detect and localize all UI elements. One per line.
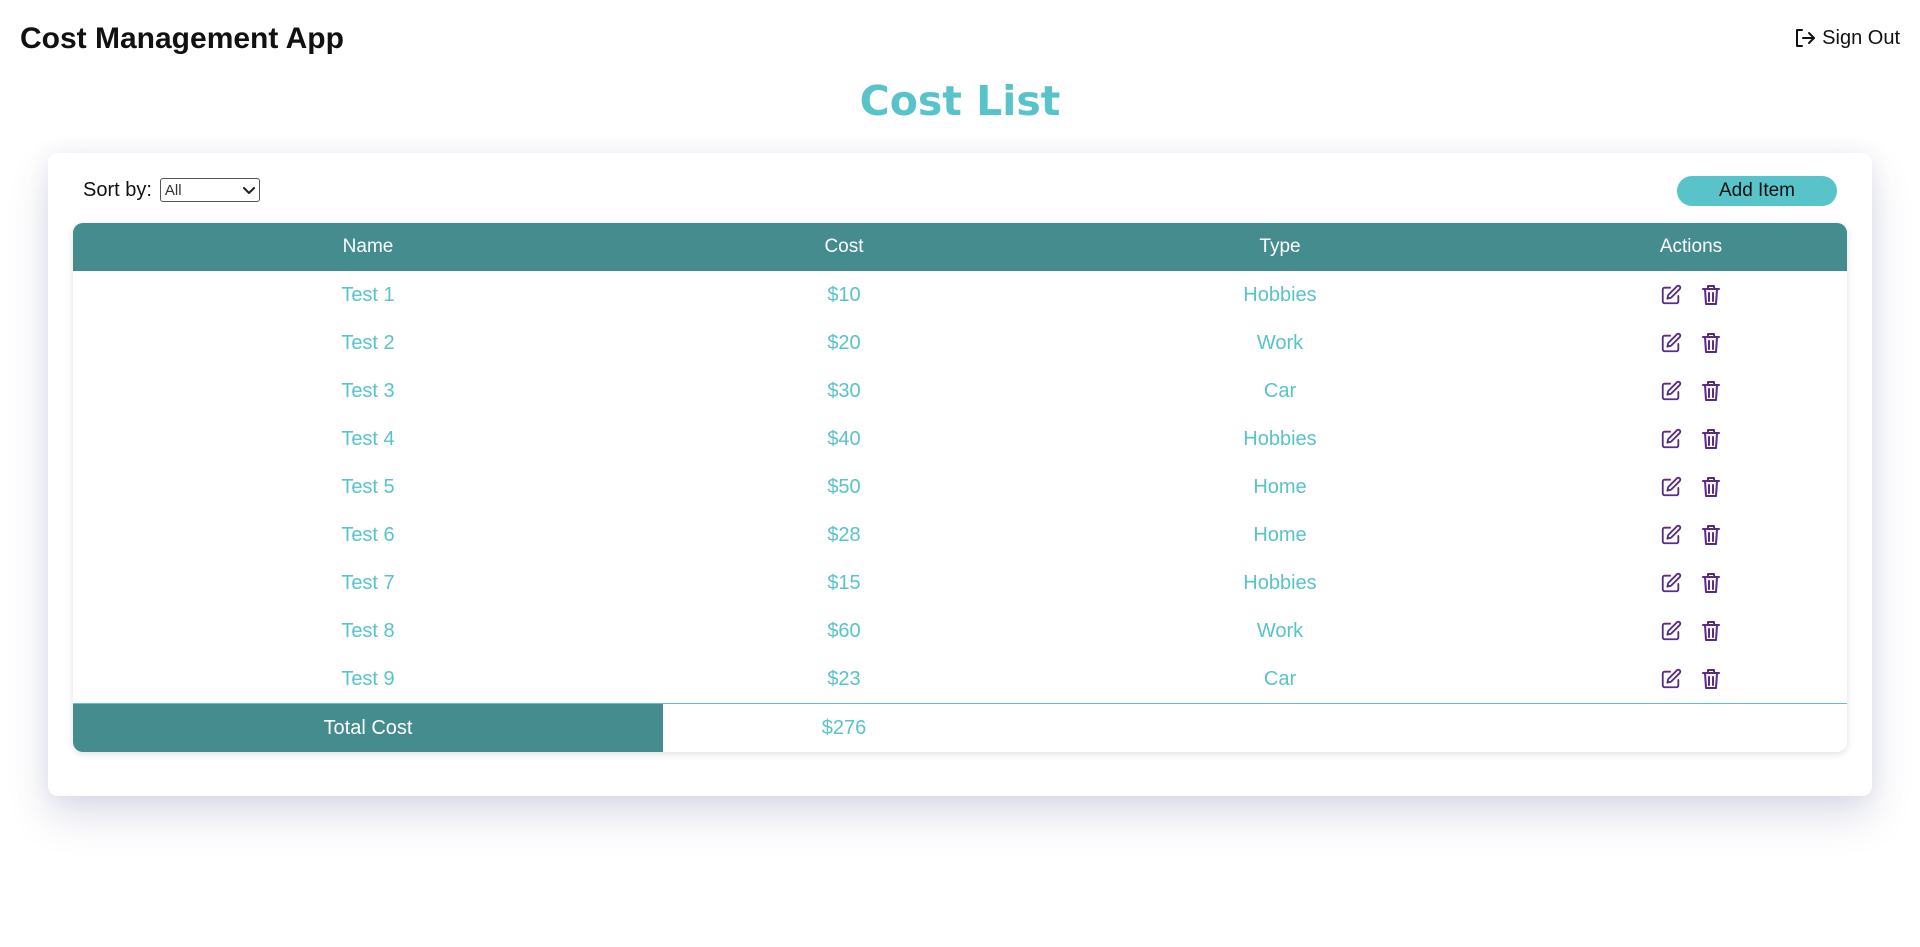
column-header-type: Type — [1259, 236, 1301, 257]
column-header-name: Name — [342, 236, 394, 257]
table-row: Test 5 $50 Home — [73, 463, 1847, 511]
page-title: Cost List — [859, 77, 1061, 125]
trash-icon[interactable] — [1699, 427, 1723, 451]
sign-out-icon — [1794, 28, 1816, 48]
cell-cost: $23 — [827, 668, 861, 690]
cell-type: Home — [1253, 476, 1307, 498]
cell-name: Test 8 — [341, 620, 395, 642]
app-title: Cost Management App — [20, 22, 344, 55]
sort-control: Sort by: All — [83, 178, 260, 202]
cell-name: Test 3 — [341, 380, 395, 402]
trash-icon[interactable] — [1699, 571, 1723, 595]
cell-type: Work — [1256, 620, 1304, 642]
total-label: Total Cost — [73, 704, 663, 752]
sort-label: Sort by: — [83, 178, 152, 201]
edit-icon[interactable] — [1659, 331, 1683, 355]
table-row: Test 8 $60 Work — [73, 607, 1847, 655]
cell-type: Work — [1256, 332, 1304, 354]
cost-list-card: Sort by: All Add Item Name Cost Type Act… — [48, 153, 1872, 796]
edit-icon[interactable] — [1659, 283, 1683, 307]
cell-cost: $15 — [827, 572, 861, 594]
table-header-row: Name Cost Type Actions — [73, 223, 1847, 271]
column-header-actions: Actions — [1659, 236, 1723, 257]
cell-cost: $10 — [827, 284, 861, 306]
cell-name: Test 6 — [341, 524, 395, 546]
cell-cost: $30 — [827, 380, 861, 402]
cell-actions — [1535, 607, 1847, 655]
cell-type: Car — [1263, 380, 1297, 402]
table-row: Test 4 $40 Hobbies — [73, 415, 1847, 463]
cell-type: Hobbies — [1243, 572, 1317, 594]
cell-actions — [1535, 559, 1847, 607]
cell-type: Car — [1263, 668, 1297, 690]
cell-actions — [1535, 415, 1847, 463]
edit-icon[interactable] — [1659, 523, 1683, 547]
cell-cost: $60 — [827, 620, 861, 642]
app-header: Cost Management App Sign Out — [0, 0, 1920, 78]
table-body: Test 1 $10 Hobbies Test 2 $20 Work Test … — [73, 271, 1847, 703]
table-row: Test 1 $10 Hobbies — [73, 271, 1847, 319]
chevron-down-icon — [242, 182, 255, 199]
edit-icon[interactable] — [1659, 667, 1683, 691]
cell-actions — [1535, 271, 1847, 319]
table-row: Test 9 $23 Car — [73, 655, 1847, 703]
total-value: $276 — [821, 717, 867, 739]
sign-out-button[interactable]: Sign Out — [1794, 26, 1900, 50]
cell-actions — [1535, 511, 1847, 559]
edit-icon[interactable] — [1659, 619, 1683, 643]
column-header-cost: Cost — [824, 236, 864, 257]
cell-actions — [1535, 463, 1847, 511]
cell-type: Hobbies — [1243, 428, 1317, 450]
cell-name: Test 9 — [341, 668, 395, 690]
cell-cost: $28 — [827, 524, 861, 546]
trash-icon[interactable] — [1699, 283, 1723, 307]
cell-actions — [1535, 655, 1847, 703]
edit-icon[interactable] — [1659, 427, 1683, 451]
table-row: Test 6 $28 Home — [73, 511, 1847, 559]
total-empty-type — [1025, 704, 1535, 752]
cost-table: Name Cost Type Actions Test 1 $10 Hobbie… — [73, 223, 1847, 752]
total-row: Total Cost $276 — [73, 703, 1847, 752]
trash-icon[interactable] — [1699, 379, 1723, 403]
trash-icon[interactable] — [1699, 475, 1723, 499]
cell-name: Test 1 — [341, 284, 395, 306]
edit-icon[interactable] — [1659, 379, 1683, 403]
cell-name: Test 7 — [341, 572, 395, 594]
edit-icon[interactable] — [1659, 475, 1683, 499]
table-row: Test 2 $20 Work — [73, 319, 1847, 367]
cell-type: Hobbies — [1243, 284, 1317, 306]
cell-name: Test 5 — [341, 476, 395, 498]
cell-cost: $40 — [827, 428, 861, 450]
table-row: Test 3 $30 Car — [73, 367, 1847, 415]
trash-icon[interactable] — [1699, 667, 1723, 691]
sign-out-label: Sign Out — [1822, 27, 1900, 49]
trash-icon[interactable] — [1699, 331, 1723, 355]
cell-cost: $50 — [827, 476, 861, 498]
cell-name: Test 2 — [341, 332, 395, 354]
cell-actions — [1535, 319, 1847, 367]
cell-type: Home — [1253, 524, 1307, 546]
cell-name: Test 4 — [341, 428, 395, 450]
sort-select[interactable]: All — [159, 178, 260, 202]
cell-cost: $20 — [827, 332, 861, 354]
trash-icon[interactable] — [1699, 619, 1723, 643]
cell-actions — [1535, 367, 1847, 415]
edit-icon[interactable] — [1659, 571, 1683, 595]
sort-selected-value: All — [164, 181, 182, 199]
add-item-button[interactable]: Add Item — [1677, 176, 1837, 206]
table-row: Test 7 $15 Hobbies — [73, 559, 1847, 607]
trash-icon[interactable] — [1699, 523, 1723, 547]
total-empty-actions — [1535, 704, 1847, 752]
